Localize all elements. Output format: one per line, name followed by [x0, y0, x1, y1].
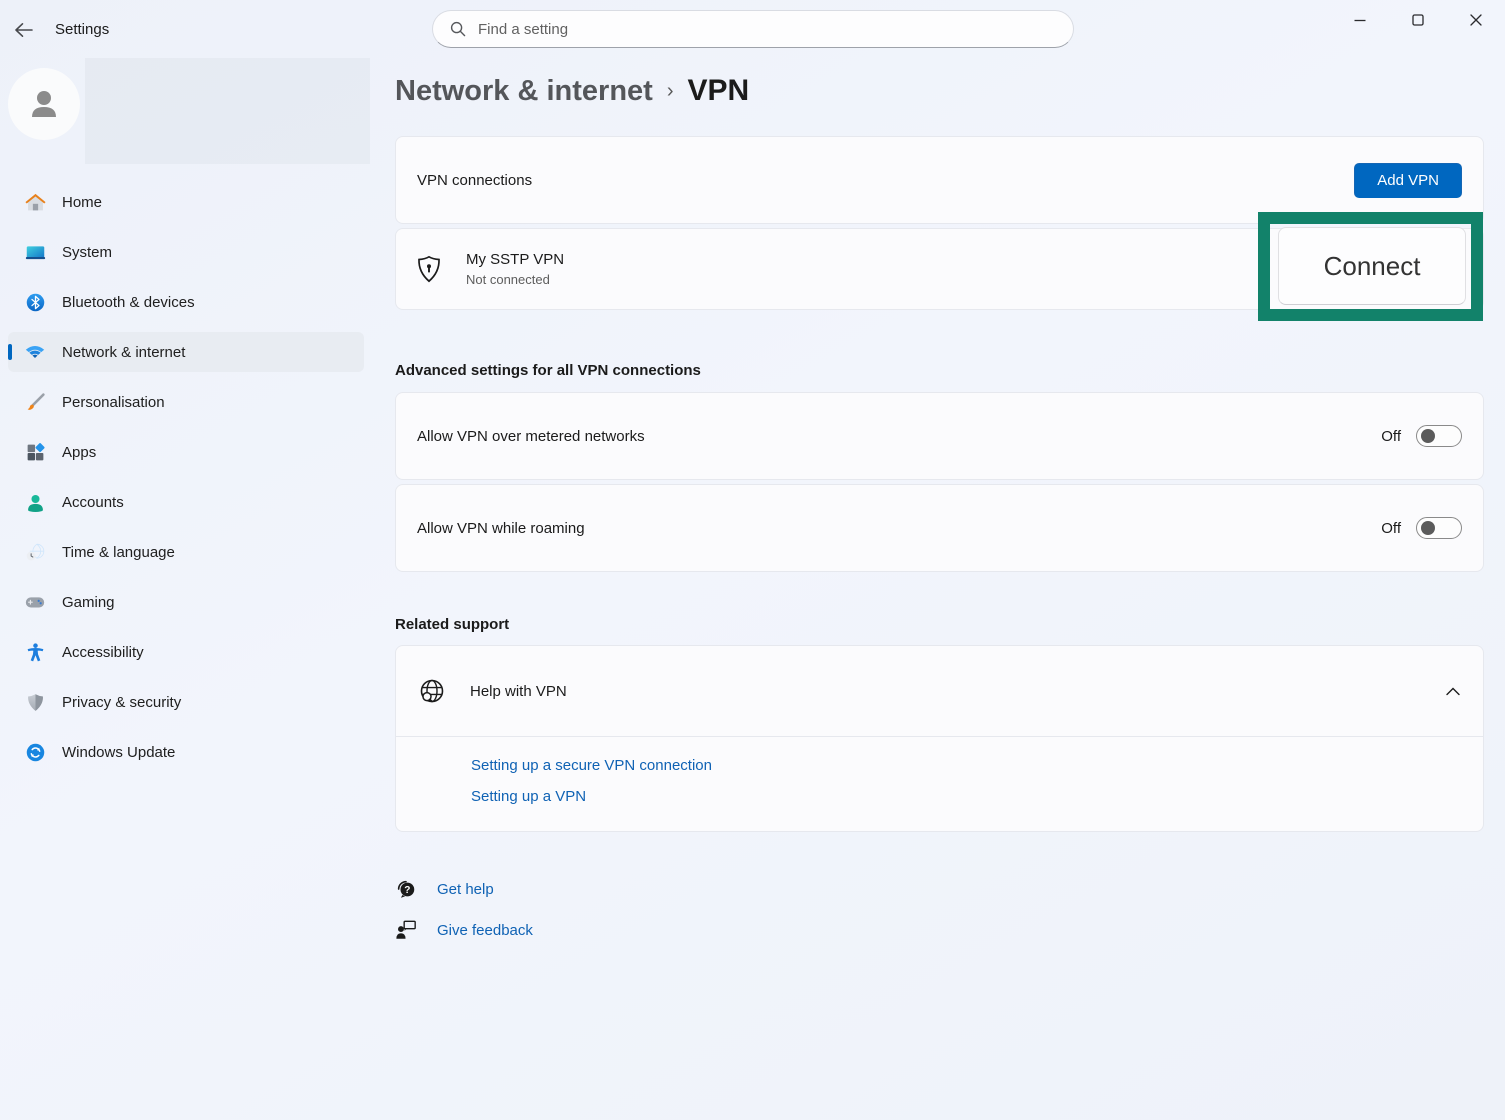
sidebar-item-bluetooth[interactable]: Bluetooth & devices — [8, 282, 364, 322]
give-feedback-row: Give feedback — [395, 919, 533, 941]
sidebar: Home System Bluetooth & devices Network … — [0, 56, 372, 1120]
sidebar-item-label: System — [62, 244, 112, 261]
title-bar: Settings Find a setting — [0, 0, 1505, 56]
get-help-link[interactable]: Get help — [437, 881, 494, 898]
sidebar-item-label: Apps — [62, 444, 96, 461]
vpn-connections-label: VPN connections — [417, 172, 532, 189]
setting-card-roaming: Allow VPN while roaming Off — [395, 484, 1484, 572]
back-arrow-icon — [14, 22, 34, 38]
sidebar-item-label: Home — [62, 194, 102, 211]
network-icon — [24, 341, 46, 363]
give-feedback-icon — [395, 919, 417, 941]
setting-label: Allow VPN while roaming — [417, 520, 585, 537]
maximize-button[interactable] — [1389, 0, 1447, 40]
app-title: Settings — [55, 21, 109, 38]
user-name-placeholder — [85, 58, 370, 164]
sidebar-item-home[interactable]: Home — [8, 182, 364, 222]
minimize-button[interactable] — [1331, 0, 1389, 40]
privacy-icon — [24, 691, 46, 713]
window-controls — [1331, 0, 1505, 44]
chevron-up-icon[interactable] — [1446, 687, 1460, 696]
time-language-icon — [24, 541, 46, 563]
sidebar-item-label: Accounts — [62, 494, 124, 511]
sidebar-item-apps[interactable]: Apps — [8, 432, 364, 472]
system-icon — [24, 241, 46, 263]
maximize-icon — [1411, 13, 1425, 27]
personalisation-icon — [24, 391, 46, 413]
breadcrumb-separator-icon: › — [667, 80, 674, 103]
sidebar-item-label: Privacy & security — [62, 694, 181, 711]
home-icon — [24, 191, 46, 213]
accessibility-icon — [24, 641, 46, 663]
sidebar-item-label: Accessibility — [62, 644, 144, 661]
help-with-vpn-label: Help with VPN — [470, 683, 567, 700]
svg-text:?: ? — [404, 885, 410, 896]
vpn-shield-icon — [417, 255, 441, 283]
user-avatar-icon — [24, 84, 64, 124]
sidebar-item-gaming[interactable]: Gaming — [8, 582, 364, 622]
toggle-state-label: Off — [1381, 520, 1401, 537]
accounts-icon — [24, 491, 46, 513]
metered-networks-toggle[interactable] — [1416, 425, 1462, 447]
sidebar-item-label: Bluetooth & devices — [62, 294, 195, 311]
back-button[interactable] — [6, 16, 42, 44]
sidebar-item-time-language[interactable]: Time & language — [8, 532, 364, 572]
search-input[interactable]: Find a setting — [432, 10, 1074, 48]
bluetooth-icon — [24, 291, 46, 313]
toggle-knob — [1421, 521, 1435, 535]
sidebar-item-windows-update[interactable]: Windows Update — [8, 732, 364, 772]
sidebar-item-label: Time & language — [62, 544, 175, 561]
related-support-heading: Related support — [395, 616, 509, 633]
setting-card-metered: Allow VPN over metered networks Off — [395, 392, 1484, 480]
connect-button[interactable]: Connect — [1278, 227, 1466, 305]
web-help-icon — [419, 678, 445, 704]
breadcrumb: Network & internet › VPN — [395, 74, 749, 108]
setting-label: Allow VPN over metered networks — [417, 428, 645, 445]
search-icon — [450, 21, 466, 37]
sidebar-item-personalisation[interactable]: Personalisation — [8, 382, 364, 422]
add-vpn-button[interactable]: Add VPN — [1354, 163, 1462, 198]
search-placeholder: Find a setting — [478, 21, 568, 38]
support-link-setup-vpn[interactable]: Setting up a VPN — [471, 788, 1483, 805]
get-help-icon: ? — [395, 878, 417, 900]
support-link-secure-vpn[interactable]: Setting up a secure VPN connection — [471, 757, 1483, 774]
toggle-state-label: Off — [1381, 428, 1401, 445]
sidebar-item-privacy[interactable]: Privacy & security — [8, 682, 364, 722]
give-feedback-link[interactable]: Give feedback — [437, 922, 533, 939]
close-icon — [1469, 13, 1483, 27]
help-with-vpn-row[interactable]: Help with VPN — [396, 646, 1483, 736]
sidebar-nav: Home System Bluetooth & devices Network … — [0, 182, 372, 782]
sidebar-item-system[interactable]: System — [8, 232, 364, 272]
get-help-row: ? Get help — [395, 878, 494, 900]
gaming-icon — [24, 591, 46, 613]
page-title: VPN — [688, 74, 750, 108]
advanced-settings-heading: Advanced settings for all VPN connection… — [395, 362, 701, 379]
related-support-card: Help with VPN Setting up a secure VPN co… — [395, 645, 1484, 832]
sidebar-item-label: Personalisation — [62, 394, 165, 411]
roaming-toggle[interactable] — [1416, 517, 1462, 539]
avatar[interactable] — [8, 68, 80, 140]
minimize-icon — [1353, 13, 1367, 27]
vpn-connection-status: Not connected — [466, 272, 564, 287]
sidebar-item-label: Windows Update — [62, 744, 175, 761]
apps-icon — [24, 441, 46, 463]
sidebar-item-accounts[interactable]: Accounts — [8, 482, 364, 522]
vpn-connections-card: VPN connections Add VPN — [395, 136, 1484, 224]
toggle-knob — [1421, 429, 1435, 443]
windows-update-icon — [24, 741, 46, 763]
breadcrumb-parent[interactable]: Network & internet — [395, 75, 653, 108]
sidebar-item-accessibility[interactable]: Accessibility — [8, 632, 364, 672]
sidebar-item-label: Gaming — [62, 594, 115, 611]
close-button[interactable] — [1447, 0, 1505, 40]
sidebar-item-label: Network & internet — [62, 344, 185, 361]
vpn-connection-name: My SSTP VPN — [466, 251, 564, 268]
sidebar-item-network[interactable]: Network & internet — [8, 332, 364, 372]
